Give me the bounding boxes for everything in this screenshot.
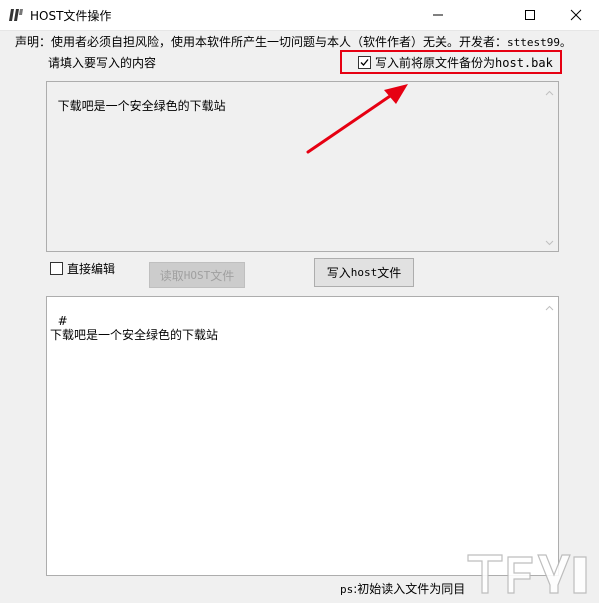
footer-note-prefix: ps [340, 583, 354, 596]
scroll-up-button[interactable] [542, 85, 557, 100]
direct-edit-label[interactable]: 直接编辑 [67, 260, 115, 277]
title-bar[interactable]: HOST文件操作 [0, 0, 599, 31]
disclaimer-body: 声明：使用者必须自担风险，使用本软件所产生一切问题与本人（软件作者）无关。开发者… [15, 35, 508, 49]
write-content-text: 下载吧是一个安全绿色的下载站 [57, 99, 226, 113]
scroll-down-icon [545, 240, 554, 245]
scroll-up-icon [545, 305, 554, 310]
minimize-button[interactable] [415, 0, 461, 30]
scroll-up-icon [545, 90, 554, 95]
read-button-tail: 文件 [210, 268, 235, 283]
developer-name: sttest99。 [507, 36, 571, 49]
red-arrow-icon [306, 84, 408, 154]
minimize-icon [433, 14, 443, 16]
read-host-button[interactable]: 读取 HOST 文件 [149, 262, 245, 288]
highlight-box [340, 50, 562, 74]
footer-note: ps:初始读入文件为同目 [340, 580, 465, 597]
scroll-up-button-2[interactable] [542, 300, 557, 315]
maximize-icon [525, 10, 535, 20]
app-icon [9, 9, 23, 21]
host-content-textarea[interactable]: # 下载吧是一个安全绿色的下载站 [46, 296, 559, 576]
maximize-button[interactable] [507, 0, 553, 30]
write-button-cn: 写入 [326, 266, 351, 280]
footer-note-text: :初始读入文件为同目 [353, 582, 466, 596]
read-button-cn: 读取 [159, 268, 184, 283]
write-host-button[interactable]: 写入 host 文件 [314, 258, 414, 287]
input-content-label: 请填入要写入的内容 [48, 56, 157, 70]
direct-edit-checkbox[interactable] [50, 262, 63, 275]
disclaimer-text: 声明：使用者必须自担风险，使用本软件所产生一切问题与本人（软件作者）无关。开发者… [15, 33, 571, 50]
write-button-tail: 文件 [377, 266, 402, 280]
watermark-logo [467, 554, 587, 594]
window-title: HOST文件操作 [30, 9, 112, 23]
scroll-down-button[interactable] [542, 235, 557, 250]
read-button-en: HOST [183, 268, 211, 282]
write-button-en: host [350, 266, 378, 279]
host-content-text: # 下载吧是一个安全绿色的下载站 [50, 314, 219, 342]
close-button[interactable] [553, 0, 599, 30]
close-icon [570, 9, 582, 21]
